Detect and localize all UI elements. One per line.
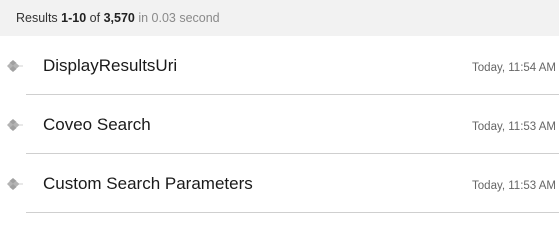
result-modified-date: Today, 11:53 AM xyxy=(472,121,556,133)
results-summary-of: of xyxy=(86,11,104,25)
result-divider xyxy=(26,212,559,213)
result-title-link[interactable]: Coveo Search xyxy=(43,115,151,135)
results-total-count: 3,570 xyxy=(103,11,135,25)
results-summary-bar: Results 1-10 of 3,570 in 0.03 second xyxy=(0,0,559,36)
diamond-bullet-icon xyxy=(7,60,23,72)
result-title-link[interactable]: Custom Search Parameters xyxy=(43,174,253,194)
results-list: DisplayResultsUri Today, 11:54 AM Coveo … xyxy=(0,36,559,213)
search-results-page: Results 1-10 of 3,570 in 0.03 second Dis… xyxy=(0,0,559,215)
result-item[interactable]: Custom Search Parameters Today, 11:53 AM xyxy=(0,154,559,213)
result-item[interactable]: Coveo Search Today, 11:53 AM xyxy=(0,95,559,154)
results-range: 1-10 xyxy=(61,11,87,25)
diamond-bullet-icon xyxy=(7,119,23,131)
result-item[interactable]: DisplayResultsUri Today, 11:54 AM xyxy=(0,36,559,95)
query-duration: in 0.03 second xyxy=(134,11,220,25)
result-modified-date: Today, 11:53 AM xyxy=(472,180,556,192)
result-title-link[interactable]: DisplayResultsUri xyxy=(43,56,177,76)
result-modified-date: Today, 11:54 AM xyxy=(472,62,556,74)
results-summary-prefix: Results xyxy=(16,11,62,25)
diamond-bullet-icon xyxy=(7,178,23,190)
